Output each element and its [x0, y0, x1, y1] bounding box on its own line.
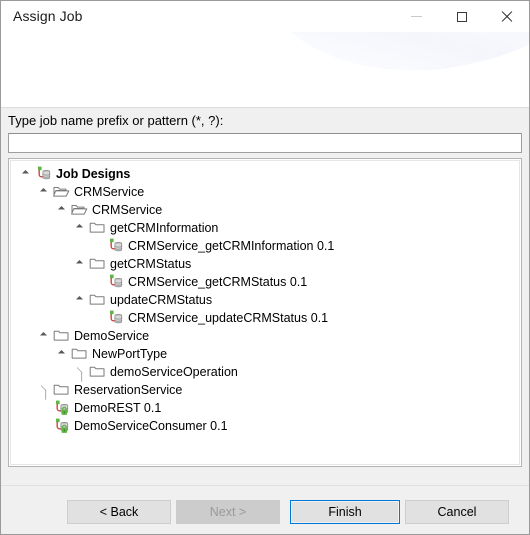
- cancel-button-label: Cancel: [437, 505, 477, 519]
- close-button[interactable]: [484, 1, 529, 32]
- job-tree-panel[interactable]: Job Designs CRMService CRMService getCRMInf…: [8, 158, 522, 467]
- tree-row-label: DemoService: [74, 329, 150, 343]
- tree-row[interactable]: CRMService_getCRMInformation 0.1: [11, 237, 519, 255]
- tree-row-label: DemoREST 0.1: [74, 401, 162, 415]
- tree-row-label: getCRMStatus: [110, 257, 192, 271]
- next-button: Next >: [176, 500, 280, 524]
- tree-row[interactable]: CRMService_updateCRMStatus 0.1: [11, 309, 519, 327]
- job-tree: Job Designs CRMService CRMService getCRMInf…: [11, 165, 519, 435]
- tree-expander-expanded-icon[interactable]: [37, 327, 53, 345]
- tree-row[interactable]: getCRMInformation: [11, 219, 519, 237]
- filter-label: Type job name prefix or pattern (*, ?):: [8, 113, 224, 128]
- tree-row[interactable]: updateCRMStatus: [11, 291, 519, 309]
- tree-expander-placeholder: [37, 399, 53, 417]
- job-locked-icon: [53, 400, 71, 416]
- tree-row-label: updateCRMStatus: [110, 293, 213, 307]
- next-button-label: Next >: [209, 505, 247, 519]
- tree-expander-placeholder: [37, 417, 53, 435]
- job-tree-inner: Job Designs CRMService CRMService getCRMInf…: [10, 160, 520, 465]
- folder-icon: [89, 292, 107, 308]
- folder-icon: [53, 382, 71, 398]
- back-button-label: < Back: [99, 505, 139, 519]
- tree-row-label: Job Designs: [56, 167, 131, 181]
- tree-row[interactable]: DemoServiceConsumer 0.1: [11, 417, 519, 435]
- finish-button-inner: Finish: [291, 501, 399, 523]
- folder-icon: [89, 256, 107, 272]
- tree-expander-collapsed-icon[interactable]: [37, 381, 53, 399]
- window-title: Assign Job: [13, 8, 83, 24]
- tree-row-label: CRMService: [92, 203, 163, 217]
- tree-row[interactable]: CRMService_getCRMStatus 0.1: [11, 273, 519, 291]
- banner-swoosh-highlight: [259, 32, 529, 70]
- tree-expander-collapsed-icon[interactable]: [73, 363, 89, 381]
- maximize-icon: [456, 11, 467, 22]
- assign-job-dialog: Assign Job Type job name prefix or patte…: [0, 0, 530, 535]
- folder-icon: [89, 220, 107, 236]
- tree-expander-placeholder: [91, 309, 107, 327]
- wizard-header-banner: [1, 32, 529, 108]
- folder-icon: [71, 346, 89, 362]
- job-designs-icon: [35, 166, 53, 182]
- open-folder-icon: [71, 202, 89, 218]
- tree-row-label: demoServiceOperation: [110, 365, 238, 379]
- tree-row[interactable]: ReservationService: [11, 381, 519, 399]
- tree-row-label: CRMService_getCRMInformation 0.1: [128, 239, 335, 253]
- tree-row[interactable]: NewPortType: [11, 345, 519, 363]
- tree-row-label: CRMService_getCRMStatus 0.1: [128, 275, 308, 289]
- title-bar: Assign Job: [1, 1, 529, 32]
- dialog-body: Type job name prefix or pattern (*, ?): …: [1, 108, 529, 485]
- folder-icon: [89, 364, 107, 380]
- job-icon: [107, 310, 125, 326]
- maximize-button[interactable]: [439, 1, 484, 32]
- tree-row[interactable]: demoServiceOperation: [11, 363, 519, 381]
- finish-button[interactable]: Finish: [290, 500, 400, 524]
- cancel-button[interactable]: Cancel: [405, 500, 509, 524]
- finish-button-label: Finish: [328, 505, 362, 519]
- dialog-footer: < Back Next > Finish Cancel: [1, 485, 529, 534]
- back-button[interactable]: < Back: [67, 500, 171, 524]
- tree-row-label: getCRMInformation: [110, 221, 219, 235]
- tree-row[interactable]: CRMService: [11, 201, 519, 219]
- job-icon: [107, 274, 125, 290]
- tree-expander-placeholder: [91, 237, 107, 255]
- tree-expander-expanded-icon[interactable]: [73, 255, 89, 273]
- tree-row[interactable]: DemoREST 0.1: [11, 399, 519, 417]
- tree-expander-expanded-icon[interactable]: [73, 291, 89, 309]
- tree-row-label: CRMService: [74, 185, 145, 199]
- job-icon: [107, 238, 125, 254]
- filter-input[interactable]: [8, 133, 522, 153]
- tree-expander-expanded-icon[interactable]: [55, 345, 71, 363]
- tree-row[interactable]: CRMService: [11, 183, 519, 201]
- job-locked-icon: [53, 418, 71, 434]
- tree-row-label: ReservationService: [74, 383, 183, 397]
- tree-row[interactable]: DemoService: [11, 327, 519, 345]
- tree-row[interactable]: Job Designs: [11, 165, 519, 183]
- minimize-icon: [411, 16, 422, 17]
- minimize-button[interactable]: [394, 1, 439, 32]
- tree-row[interactable]: getCRMStatus: [11, 255, 519, 273]
- tree-expander-placeholder: [91, 273, 107, 291]
- tree-row-label: CRMService_updateCRMStatus 0.1: [128, 311, 329, 325]
- tree-expander-expanded-icon[interactable]: [37, 183, 53, 201]
- tree-expander-expanded-icon[interactable]: [73, 219, 89, 237]
- close-icon: [501, 11, 513, 23]
- tree-expander-expanded-icon[interactable]: [19, 165, 35, 183]
- open-folder-icon: [53, 184, 71, 200]
- tree-row-label: NewPortType: [92, 347, 168, 361]
- tree-row-label: DemoServiceConsumer 0.1: [74, 419, 228, 433]
- tree-expander-expanded-icon[interactable]: [55, 201, 71, 219]
- folder-icon: [53, 328, 71, 344]
